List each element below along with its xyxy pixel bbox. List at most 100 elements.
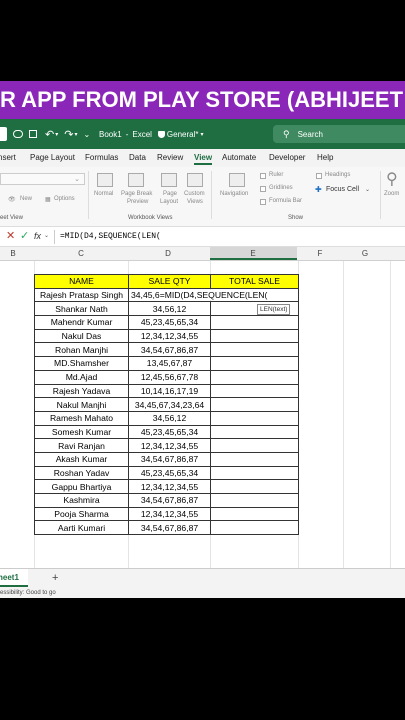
cell-name[interactable]: Kashmira — [34, 493, 129, 508]
header-sale-qty[interactable]: SALE QTY — [128, 274, 211, 289]
cell-name[interactable]: Rohan Manjhi — [34, 342, 129, 358]
title-dropdown-icon[interactable]: ▾ — [201, 131, 204, 138]
tab-insert[interactable]: nsert — [0, 153, 16, 162]
cell-total[interactable] — [210, 438, 299, 453]
toggle-autosave-icon[interactable] — [13, 130, 23, 138]
zoom-button[interactable]: Zoom — [384, 191, 399, 197]
redo-icon[interactable]: ↷ — [64, 128, 73, 141]
tab-automate[interactable]: Automate — [222, 153, 256, 162]
tab-data[interactable]: Data — [129, 153, 146, 162]
enter-icon[interactable]: ✓ — [20, 229, 29, 242]
cell-qty[interactable]: 45,23,45,65,34 — [128, 315, 211, 330]
cell-total[interactable] — [210, 410, 299, 426]
sheet-view-dropdown[interactable]: ⌄ — [0, 173, 85, 185]
cell-qty[interactable]: 10,14,16,17,19 — [128, 383, 211, 399]
cell-qty[interactable]: 34,45,67,34,23,64 — [128, 397, 211, 412]
tab-formulas[interactable]: Formulas — [85, 153, 118, 162]
cell-qty[interactable]: 45,23,45,65,34 — [128, 465, 211, 481]
undo-icon[interactable]: ↶ — [45, 128, 54, 141]
add-sheet-button[interactable]: + — [52, 572, 58, 584]
column-header-d[interactable]: D — [163, 249, 173, 258]
cell-name[interactable]: Roshan Yadav — [34, 465, 129, 481]
column-header-e[interactable]: E — [248, 249, 258, 258]
cell-total[interactable] — [210, 315, 299, 330]
cell-total[interactable] — [210, 328, 299, 344]
cell-total[interactable] — [210, 493, 299, 508]
cell-name[interactable]: Ravi Ranjan — [34, 438, 129, 453]
cell-name[interactable]: Akash Kumar — [34, 451, 129, 467]
cell-qty[interactable]: 34,54,67,86,87 — [128, 451, 211, 467]
formula-bar-checkbox[interactable] — [260, 199, 266, 205]
cell-total[interactable] — [210, 520, 299, 536]
sensitivity-label[interactable]: General* — [167, 130, 199, 139]
cell-qty[interactable]: 34,56,12 — [128, 410, 211, 426]
cell-name[interactable]: Somesh Kumar — [34, 424, 129, 440]
column-header-f[interactable]: F — [315, 249, 325, 258]
focus-cell-dropdown-icon[interactable]: ⌄ — [365, 186, 370, 193]
gridlines-checkbox[interactable] — [260, 186, 266, 192]
cell-name[interactable]: Rajesh Pratasp Singh — [34, 287, 129, 303]
cell-qty[interactable]: 45,23,45,65,34 — [128, 424, 211, 440]
cell-total[interactable] — [210, 383, 299, 399]
cell-total[interactable] — [210, 465, 299, 481]
cell-name[interactable]: Nakul Manjhi — [34, 397, 129, 412]
fx-dropdown-icon[interactable]: ⌄ — [44, 232, 49, 239]
cell-total[interactable] — [210, 451, 299, 467]
tab-help[interactable]: Help — [317, 153, 333, 162]
tab-view[interactable]: View — [194, 153, 213, 165]
function-tooltip[interactable]: LEN(text) — [257, 304, 291, 315]
cell-name[interactable]: Nakul Das — [34, 328, 129, 344]
cell-total[interactable] — [210, 369, 299, 385]
cell-total[interactable] — [210, 397, 299, 412]
cell-name[interactable]: Mahendr Kumar — [34, 315, 129, 330]
custom-views-button[interactable]: Custom — [184, 191, 205, 197]
cell-name[interactable]: Md.Ajad — [34, 369, 129, 385]
cancel-icon[interactable]: ✕ — [6, 229, 15, 242]
cell-name[interactable]: Gappu Bhartiya — [34, 479, 129, 494]
column-header-g[interactable]: G — [360, 249, 370, 258]
customize-toolbar-icon[interactable]: ⌄ — [83, 130, 90, 139]
cell-qty[interactable]: 12,34,12,34,55 — [128, 506, 211, 522]
cell-qty[interactable]: 12,45,56,67,78 — [128, 369, 211, 385]
cell-total[interactable] — [210, 356, 299, 371]
cell-qty[interactable]: 12,34,12,34,55 — [128, 438, 211, 453]
save-icon[interactable] — [29, 130, 37, 138]
tab-page-layout[interactable]: Page Layout — [30, 153, 75, 162]
cell-qty[interactable]: 34,54,67,86,87 — [128, 342, 211, 358]
header-total-sale[interactable]: TOTAL SALE — [210, 274, 299, 289]
worksheet-grid[interactable]: NAME SALE QTY TOTAL SALE Rajesh Pratasp … — [0, 261, 405, 568]
cell-qty[interactable]: 34,54,67,86,87 — [128, 520, 211, 536]
search-box[interactable]: ⚲ Search — [273, 125, 405, 143]
cell-qty[interactable]: 34,56,12 — [128, 301, 211, 317]
page-layout-view-button[interactable]: Page — [163, 191, 177, 197]
cell-total[interactable] — [210, 479, 299, 494]
cell-total[interactable] — [210, 342, 299, 358]
sheet-tab-sheet1[interactable]: heet1 — [0, 569, 28, 587]
headings-checkbox[interactable] — [316, 173, 322, 179]
navigation-button[interactable]: Navigation — [220, 191, 248, 197]
cell-total[interactable] — [210, 424, 299, 440]
new-sheet-view-button[interactable]: New — [20, 196, 32, 202]
cell-total[interactable] — [210, 506, 299, 522]
cell-qty[interactable]: 13,45,67,87 — [128, 356, 211, 371]
redo-dropdown-icon[interactable]: ▾ — [74, 131, 77, 138]
cell-name[interactable]: Rajesh Yadava — [34, 383, 129, 399]
editing-cell[interactable]: 34,45,6=MID(D4,SEQUENCE(LEN( — [128, 287, 299, 303]
column-header-c[interactable]: C — [76, 249, 86, 258]
cell-name[interactable]: MD.Shamsher — [34, 356, 129, 371]
sheet-view-options-button[interactable]: Options — [54, 196, 75, 202]
tab-review[interactable]: Review — [157, 153, 183, 162]
column-header-b[interactable]: B — [8, 249, 18, 258]
page-break-preview-button[interactable]: Page Break — [121, 191, 152, 197]
undo-dropdown-icon[interactable]: ▾ — [55, 131, 58, 138]
header-name[interactable]: NAME — [34, 274, 129, 289]
normal-view-button[interactable]: Normal — [94, 191, 113, 197]
cell-name[interactable]: Pooja Sharma — [34, 506, 129, 522]
cell-name[interactable]: Shankar Nath — [34, 301, 129, 317]
cell-qty[interactable]: 12,34,12,34,55 — [128, 328, 211, 344]
cell-qty[interactable]: 12,34,12,34,55 — [128, 479, 211, 494]
cell-name[interactable]: Ramesh Mahato — [34, 410, 129, 426]
tab-developer[interactable]: Developer — [269, 153, 305, 162]
cell-name[interactable]: Aarti Kumari — [34, 520, 129, 536]
formula-input[interactable]: =MID(D4,SEQUENCE(LEN( — [60, 232, 161, 241]
